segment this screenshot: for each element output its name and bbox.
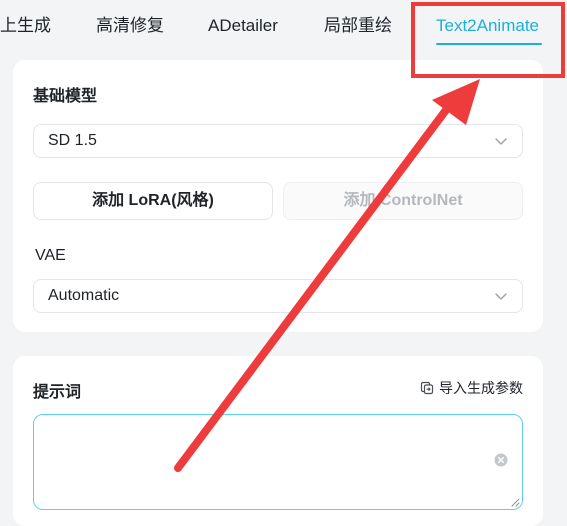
import-icon [420, 381, 434, 395]
clear-icon[interactable] [494, 453, 508, 467]
model-select-value: SD 1.5 [48, 132, 97, 149]
import-params-label: 导入生成参数 [439, 380, 523, 396]
add-controlnet-button[interactable]: 添加 ControlNet [283, 182, 523, 220]
chevron-down-icon [495, 138, 507, 145]
add-lora-button[interactable]: 添加 LoRA(风格) [33, 182, 273, 220]
chevron-down-icon [495, 293, 507, 300]
tab-generate[interactable]: 上生成 [0, 14, 51, 38]
import-params-button[interactable]: 导入生成参数 [420, 378, 523, 398]
resize-handle-icon[interactable] [510, 497, 520, 507]
model-select[interactable]: SD 1.5 [33, 124, 523, 158]
prompt-textarea[interactable] [33, 414, 523, 510]
prompt-card: 提示词 导入生成参数 [13, 356, 543, 526]
tab-adetailer[interactable]: ADetailer [208, 14, 278, 38]
annotation-highlight-box [411, 2, 565, 78]
base-model-card: 基础模型 SD 1.5 添加 LoRA(风格) 添加 ControlNet VA… [13, 60, 543, 332]
vae-label: VAE [35, 247, 66, 264]
tab-hires-fix[interactable]: 高清修复 [96, 14, 164, 38]
vae-select[interactable]: Automatic [33, 279, 523, 313]
vae-select-value: Automatic [48, 287, 120, 304]
prompt-title: 提示词 [33, 384, 82, 401]
tab-inpaint[interactable]: 局部重绘 [324, 14, 392, 38]
base-model-title: 基础模型 [33, 88, 98, 105]
